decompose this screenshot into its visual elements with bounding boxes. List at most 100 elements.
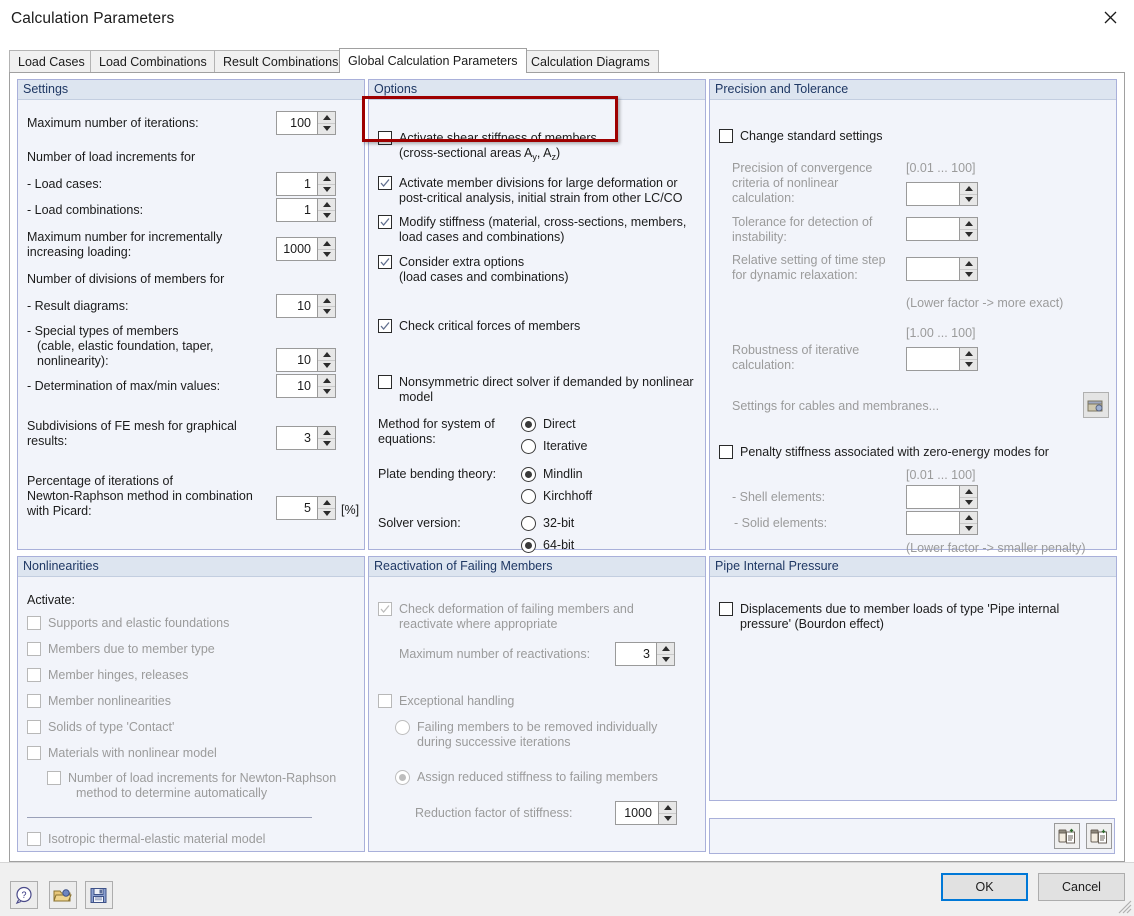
stepper-down-button[interactable] bbox=[318, 437, 335, 450]
stepper-buttons[interactable] bbox=[317, 199, 335, 221]
tab-calculation-diagrams[interactable]: Calculation Diagrams bbox=[522, 50, 659, 72]
check-deformation-checkbox[interactable] bbox=[378, 602, 392, 616]
stepper-buttons[interactable] bbox=[959, 486, 977, 508]
solver-64bit-radio[interactable] bbox=[521, 538, 536, 553]
assign-reduced-stiffness-radio[interactable] bbox=[395, 770, 410, 785]
max-iterations-stepper[interactable]: 100 bbox=[276, 111, 336, 135]
special-types-value[interactable]: 10 bbox=[277, 349, 317, 371]
stepper-up-button[interactable] bbox=[318, 173, 335, 184]
stepper-buttons[interactable] bbox=[317, 112, 335, 134]
stepper-down-button[interactable] bbox=[318, 507, 335, 520]
stepper-buttons[interactable] bbox=[959, 348, 977, 370]
reduction-factor-stepper[interactable]: 1000 bbox=[615, 801, 677, 825]
stepper-down-button[interactable] bbox=[318, 248, 335, 261]
robustness-value[interactable] bbox=[907, 348, 959, 370]
maxmin-values-stepper[interactable]: 10 bbox=[276, 374, 336, 398]
stepper-up-button[interactable] bbox=[318, 238, 335, 249]
stepper-buttons[interactable] bbox=[959, 183, 977, 205]
member-hinges-releases-checkbox[interactable] bbox=[27, 668, 41, 682]
tab-load-cases[interactable]: Load Cases bbox=[9, 50, 94, 72]
stepper-up-button[interactable] bbox=[318, 199, 335, 210]
stepper-buttons[interactable] bbox=[959, 258, 977, 280]
help-button[interactable]: ? bbox=[10, 881, 38, 909]
save-button[interactable] bbox=[85, 881, 113, 909]
incremental-loading-stepper[interactable]: 1000 bbox=[276, 237, 336, 261]
solid-elements-stepper[interactable] bbox=[906, 511, 978, 535]
plate-kirchhoff-radio[interactable] bbox=[521, 489, 536, 504]
instability-value[interactable] bbox=[907, 218, 959, 240]
stepper-up-button[interactable] bbox=[960, 218, 977, 229]
shell-elements-stepper[interactable] bbox=[906, 485, 978, 509]
solids-of-type-contact-checkbox[interactable] bbox=[27, 720, 41, 734]
tab-result-combinations[interactable]: Result Combinations bbox=[214, 50, 348, 72]
activate-shear-stiffness-checkbox[interactable] bbox=[378, 131, 392, 145]
penalty-stiffness-checkbox[interactable] bbox=[719, 445, 733, 459]
stepper-buttons[interactable] bbox=[656, 643, 674, 665]
stepper-down-button[interactable] bbox=[318, 209, 335, 222]
stepper-down-button[interactable] bbox=[318, 305, 335, 318]
stepper-buttons[interactable] bbox=[317, 427, 335, 449]
stepper-buttons[interactable] bbox=[317, 497, 335, 519]
load-cases-stepper[interactable]: 1 bbox=[276, 172, 336, 196]
modify-stiffness-checkbox[interactable] bbox=[378, 215, 392, 229]
open-button[interactable] bbox=[49, 881, 77, 909]
stepper-buttons[interactable] bbox=[959, 218, 977, 240]
nonsymmetric-direct-solver-checkbox[interactable] bbox=[378, 375, 392, 389]
stepper-up-button[interactable] bbox=[657, 643, 674, 654]
picard-stepper[interactable]: 5 bbox=[276, 496, 336, 520]
stepper-up-button[interactable] bbox=[960, 486, 977, 497]
stepper-down-button[interactable] bbox=[318, 385, 335, 398]
newton-raphson-auto-checkbox[interactable] bbox=[47, 771, 61, 785]
stepper-buttons[interactable] bbox=[317, 349, 335, 371]
stepper-buttons[interactable] bbox=[317, 238, 335, 260]
close-button[interactable] bbox=[1087, 0, 1134, 34]
stepper-buttons[interactable] bbox=[317, 173, 335, 195]
result-diagrams-value[interactable]: 10 bbox=[277, 295, 317, 317]
load-cases-value[interactable]: 1 bbox=[277, 173, 317, 195]
solver-32bit-radio[interactable] bbox=[521, 516, 536, 531]
tab-global-calculation-parameters[interactable]: Global Calculation Parameters bbox=[339, 48, 527, 73]
shell-elements-value[interactable] bbox=[907, 486, 959, 508]
stepper-down-button[interactable] bbox=[960, 193, 977, 206]
method-iterative-radio[interactable] bbox=[521, 439, 536, 454]
stepper-down-button[interactable] bbox=[657, 653, 674, 666]
import-from-library-button[interactable] bbox=[1054, 823, 1080, 849]
instability-stepper[interactable] bbox=[906, 217, 978, 241]
stepper-buttons[interactable] bbox=[959, 512, 977, 534]
export-to-library-button[interactable] bbox=[1086, 823, 1112, 849]
timestep-stepper[interactable] bbox=[906, 257, 978, 281]
stepper-up-button[interactable] bbox=[318, 295, 335, 306]
stepper-down-button[interactable] bbox=[960, 228, 977, 241]
fe-mesh-stepper[interactable]: 3 bbox=[276, 426, 336, 450]
materials-nonlinear-model-checkbox[interactable] bbox=[27, 746, 41, 760]
stepper-down-button[interactable] bbox=[318, 122, 335, 135]
stepper-buttons[interactable] bbox=[658, 802, 676, 824]
max-reactivations-stepper[interactable]: 3 bbox=[615, 642, 675, 666]
maxmin-values-value[interactable]: 10 bbox=[277, 375, 317, 397]
fe-mesh-value[interactable]: 3 bbox=[277, 427, 317, 449]
solid-elements-value[interactable] bbox=[907, 512, 959, 534]
ok-button[interactable]: OK bbox=[941, 873, 1028, 901]
consider-extra-options-checkbox[interactable] bbox=[378, 255, 392, 269]
stepper-buttons[interactable] bbox=[317, 295, 335, 317]
stepper-down-button[interactable] bbox=[318, 359, 335, 372]
max-iterations-value[interactable]: 100 bbox=[277, 112, 317, 134]
stepper-down-button[interactable] bbox=[960, 358, 977, 371]
tab-load-combinations[interactable]: Load Combinations bbox=[90, 50, 216, 72]
member-nonlinearities-checkbox[interactable] bbox=[27, 694, 41, 708]
stepper-up-button[interactable] bbox=[960, 258, 977, 269]
load-combinations-stepper[interactable]: 1 bbox=[276, 198, 336, 222]
stepper-down-button[interactable] bbox=[960, 496, 977, 509]
max-reactivations-value[interactable]: 3 bbox=[616, 643, 656, 665]
load-combinations-value[interactable]: 1 bbox=[277, 199, 317, 221]
convergence-stepper[interactable] bbox=[906, 182, 978, 206]
stepper-up-button[interactable] bbox=[318, 112, 335, 123]
special-types-stepper[interactable]: 10 bbox=[276, 348, 336, 372]
robustness-stepper[interactable] bbox=[906, 347, 978, 371]
incremental-loading-value[interactable]: 1000 bbox=[277, 238, 317, 260]
stepper-up-button[interactable] bbox=[960, 183, 977, 194]
stepper-up-button[interactable] bbox=[659, 802, 676, 813]
members-due-to-member-type-checkbox[interactable] bbox=[27, 642, 41, 656]
stepper-up-button[interactable] bbox=[318, 497, 335, 508]
stepper-up-button[interactable] bbox=[960, 348, 977, 359]
